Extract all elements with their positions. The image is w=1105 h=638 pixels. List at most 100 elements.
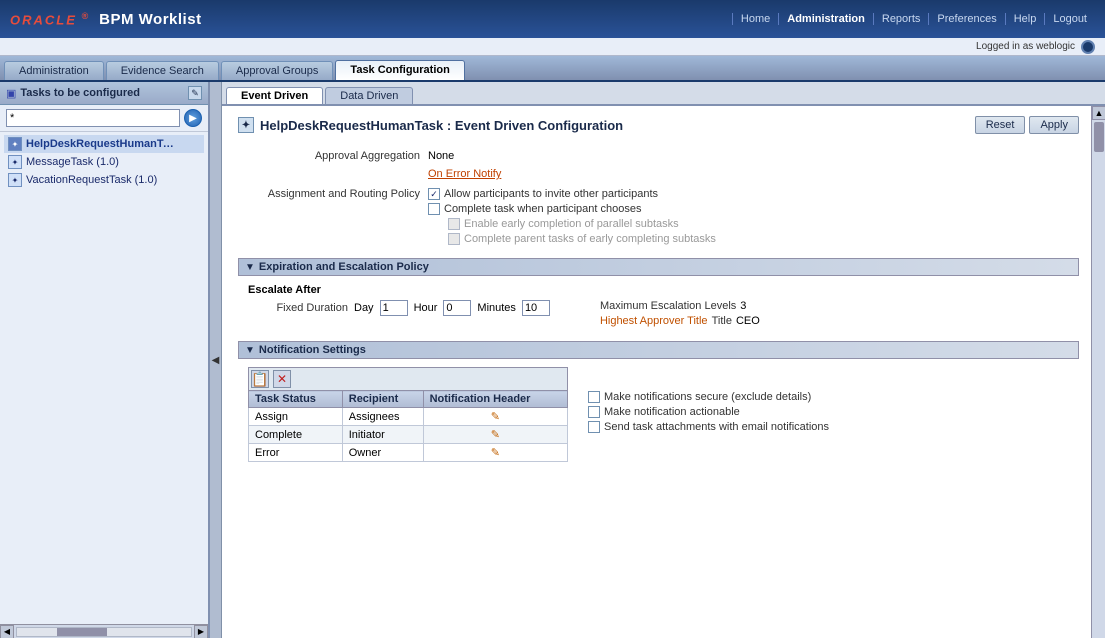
checkbox-complete-when-row: Complete task when participant chooses: [428, 203, 1079, 215]
config-area: ✦ HelpDeskRequestHumanTask : Event Drive…: [222, 106, 1105, 638]
checkbox-invite[interactable]: [428, 188, 440, 200]
config-title-row: ✦ HelpDeskRequestHumanTask : Event Drive…: [238, 117, 623, 133]
table-row: Assign Assignees ✎: [249, 408, 568, 426]
left-panel-scrollbar[interactable]: ◀ ▶: [0, 624, 208, 638]
notif-cb-actionable[interactable]: [588, 406, 600, 418]
checkbox-early-completion-row: Enable early completion of parallel subt…: [448, 218, 1079, 230]
expiration-collapse-arrow[interactable]: ▼: [245, 262, 255, 273]
task-label-message: MessageTask (1.0): [26, 156, 119, 168]
assignment-label: Assignment and Routing Policy: [238, 186, 428, 200]
add-notification-button[interactable]: 📋: [251, 370, 269, 388]
inner-tab-event-driven[interactable]: Event Driven: [226, 87, 323, 104]
notif-cb-secure-label: Make notifications secure (exclude detai…: [604, 391, 811, 403]
task-item-helpdesk[interactable]: ✦ HelpDeskRequestHumanTask: [4, 135, 204, 153]
apply-button[interactable]: Apply: [1029, 116, 1079, 134]
reset-button[interactable]: Reset: [975, 116, 1026, 134]
on-error-notify-label: [238, 166, 428, 168]
search-input[interactable]: [6, 109, 180, 127]
tab-task-configuration[interactable]: Task Configuration: [335, 60, 464, 80]
inner-tab-bar: Event Driven Data Driven: [222, 82, 1105, 106]
notif-cb-secure[interactable]: [588, 391, 600, 403]
search-go-button[interactable]: ▶: [184, 109, 202, 127]
config-header: ✦ HelpDeskRequestHumanTask : Event Drive…: [238, 116, 1079, 134]
escalate-after-label: Escalate After: [248, 284, 1079, 296]
checkbox-early-completion-label: Enable early completion of parallel subt…: [464, 218, 679, 230]
cell-status-2: Error: [249, 444, 343, 462]
edit-icon-0[interactable]: ✎: [491, 411, 500, 423]
fixed-duration-label: Fixed Duration: [268, 302, 348, 314]
notification-content: 📋 ✕ Task Status Recipient Notification H…: [238, 367, 1079, 462]
notification-section-title: Notification Settings: [259, 344, 366, 356]
on-error-notify-link[interactable]: On Error Notify: [428, 168, 501, 180]
checkbox-complete-parent-label: Complete parent tasks of early completin…: [464, 233, 716, 245]
highest-approver-title-label: Title: [712, 315, 732, 327]
day-input[interactable]: [380, 300, 408, 316]
edit-icon-1[interactable]: ✎: [491, 429, 500, 441]
notification-toolbar: 📋 ✕: [248, 367, 568, 390]
notif-cb-attachments[interactable]: [588, 421, 600, 433]
max-escalation-value: 3: [740, 300, 746, 312]
minutes-input[interactable]: [522, 300, 550, 316]
edit-icon-2[interactable]: ✎: [491, 447, 500, 459]
checkbox-complete-parent: [448, 233, 460, 245]
task-icon-message: ✦: [8, 155, 22, 169]
cell-recipient-0: Assignees: [342, 408, 423, 426]
nav-logout[interactable]: Logout: [1045, 13, 1095, 25]
minutes-label: Minutes: [477, 302, 516, 314]
highest-approver-label: Highest Approver Title: [600, 315, 708, 327]
scroll-right-btn[interactable]: ▶: [194, 625, 208, 638]
right-scrollbar[interactable]: ▲ ▼: [1091, 106, 1105, 638]
notification-collapse-arrow[interactable]: ▼: [245, 345, 255, 356]
nav-home[interactable]: Home: [732, 13, 779, 25]
collapse-panel-button[interactable]: ◀: [210, 82, 222, 638]
edit-panel-icon[interactable]: ✎: [188, 86, 202, 100]
search-row: ▶: [0, 105, 208, 132]
logged-in-bar: Logged in as weblogic: [0, 38, 1105, 56]
tab-evidence-search[interactable]: Evidence Search: [106, 61, 219, 80]
day-label: Day: [354, 302, 374, 314]
escalation-left: Fixed Duration Day Hour Minutes: [268, 300, 550, 316]
scroll-up-button[interactable]: ▲: [1092, 106, 1105, 120]
table-row: Error Owner ✎: [249, 444, 568, 462]
notif-cb-attachments-label: Send task attachments with email notific…: [604, 421, 829, 433]
escalation-grid: Fixed Duration Day Hour Minutes: [248, 300, 1079, 327]
delete-notification-button[interactable]: ✕: [273, 370, 291, 388]
notif-cb-actionable-label: Make notification actionable: [604, 406, 740, 418]
logo-area: ORACLE ® BPM Worklist: [10, 11, 202, 28]
notification-section-divider: ▼ Notification Settings: [238, 341, 1079, 359]
expiration-section-divider: ▼ Expiration and Escalation Policy: [238, 258, 1079, 276]
escalation-right: Maximum Escalation Levels 3 Highest Appr…: [600, 300, 760, 327]
app-title: BPM Worklist: [99, 11, 201, 28]
oracle-logo: ORACLE ®: [10, 11, 89, 27]
approval-aggregation-label: Approval Aggregation: [238, 148, 428, 162]
on-error-notify-row: On Error Notify: [238, 166, 1079, 180]
hour-input[interactable]: [443, 300, 471, 316]
checkbox-early-completion: [448, 218, 460, 230]
task-label-vacation: VacationRequestTask (1.0): [26, 174, 157, 186]
highest-approver-row: Highest Approver Title Title CEO: [600, 315, 760, 327]
config-title-icon: ✦: [238, 117, 254, 133]
nav-administration[interactable]: Administration: [779, 13, 874, 25]
notification-checkboxes: Make notifications secure (exclude detai…: [588, 367, 829, 462]
nav-preferences[interactable]: Preferences: [929, 13, 1005, 25]
nav-reports[interactable]: Reports: [874, 13, 930, 25]
max-escalation-row: Maximum Escalation Levels 3: [600, 300, 760, 312]
top-nav: Home Administration Reports Preferences …: [732, 13, 1095, 25]
tab-approval-groups[interactable]: Approval Groups: [221, 61, 334, 80]
task-list: ✦ HelpDeskRequestHumanTask ✦ MessageTask…: [0, 132, 208, 624]
cell-status-1: Complete: [249, 426, 343, 444]
inner-tab-data-driven[interactable]: Data Driven: [325, 87, 413, 104]
checkbox-invite-label: Allow participants to invite other parti…: [444, 188, 658, 200]
notif-cb-attachments-row: Send task attachments with email notific…: [588, 421, 829, 433]
task-item-message[interactable]: ✦ MessageTask (1.0): [4, 153, 204, 171]
main-layout: ▣ Tasks to be configured ✎ ▶ ✦ HelpDeskR…: [0, 82, 1105, 638]
scroll-left-btn[interactable]: ◀: [0, 625, 14, 638]
task-item-vacation[interactable]: ✦ VacationRequestTask (1.0): [4, 171, 204, 189]
expiration-content: Escalate After Fixed Duration Day Hour M…: [238, 284, 1079, 327]
col-notification-header: Notification Header: [423, 391, 567, 408]
checkbox-complete-when[interactable]: [428, 203, 440, 215]
tab-bar: Administration Evidence Search Approval …: [0, 56, 1105, 82]
notification-table-area: 📋 ✕ Task Status Recipient Notification H…: [248, 367, 568, 462]
nav-help[interactable]: Help: [1006, 13, 1046, 25]
tab-administration[interactable]: Administration: [4, 61, 104, 80]
